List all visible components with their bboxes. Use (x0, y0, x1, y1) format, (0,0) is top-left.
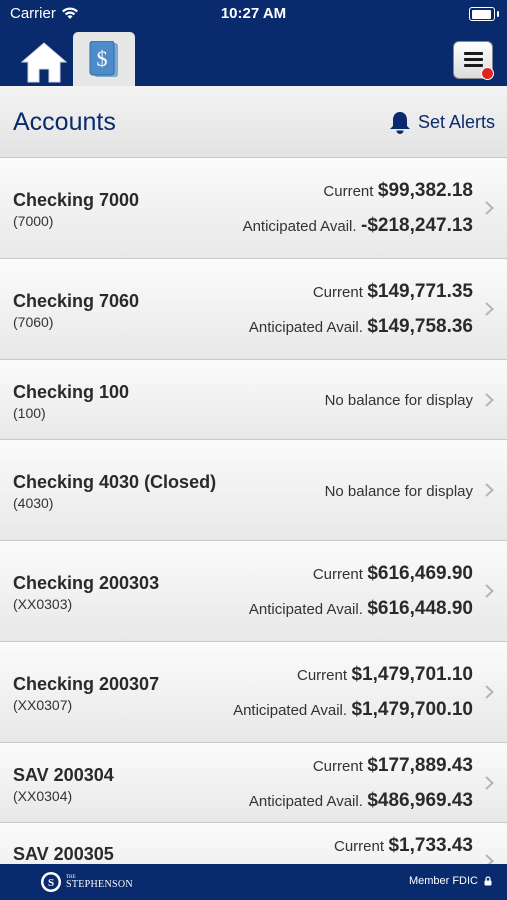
chevron-right-icon (485, 584, 494, 598)
current-value: $99,382.18 (377, 180, 473, 201)
account-row[interactable]: Checking 7000 (7000) Current $99,382.18 … (0, 158, 507, 259)
menu-icon (464, 52, 483, 55)
current-label: Current (323, 183, 374, 200)
account-row[interactable]: Checking 200303 (XX0303) Current $616,46… (0, 541, 507, 642)
anticipated-label: Anticipated Avail. (248, 601, 363, 618)
battery-icon (469, 7, 499, 21)
home-icon (20, 42, 68, 83)
chevron-right-icon (485, 483, 494, 497)
logo-big-text: STEPHENSON (66, 878, 133, 890)
account-name: Checking 7000 (13, 190, 140, 210)
current-balance: Current $1,733.43 (334, 835, 473, 857)
member-fdic-label: Member FDIC (408, 875, 478, 887)
menu-icon-line (464, 58, 483, 61)
current-value: $616,469.90 (367, 563, 473, 584)
anticipated-balance: Anticipated Avail. $616,448.90 (249, 598, 473, 620)
page-title: Accounts (13, 108, 116, 136)
current-label: Current (297, 667, 348, 684)
anticipated-balance: Anticipated Avail. $486,969.43 (249, 790, 473, 812)
current-label: Current (312, 566, 363, 583)
accounts-list[interactable]: Checking 7000 (7000) Current $99,382.18 … (0, 158, 507, 864)
no-balance-text: No balance for display (324, 392, 473, 409)
account-number: (XX0304) (13, 788, 73, 804)
accounts-icon: $ (89, 41, 118, 77)
current-label: Current (312, 284, 363, 301)
current-value: $1,479,701.10 (351, 664, 473, 685)
account-number: (100) (13, 405, 46, 421)
account-name: SAV 200305 (13, 844, 114, 864)
anticipated-label: Anticipated Avail. (242, 218, 357, 235)
anticipated-value: $149,758.36 (367, 316, 473, 337)
current-label: Current (312, 758, 363, 775)
menu-icon-line (464, 64, 483, 67)
account-number: (XX0303) (13, 596, 73, 612)
svg-text:S: S (48, 877, 54, 889)
account-row[interactable]: Checking 4030 (Closed) (4030) No balance… (0, 440, 507, 541)
account-row[interactable]: Checking 7060 (7060) Current $149,771.35… (0, 259, 507, 360)
notification-badge (481, 67, 494, 80)
status-time: 10:27 AM (220, 5, 287, 22)
current-value: $177,889.43 (367, 755, 473, 776)
account-number: (7060) (13, 314, 54, 330)
member-fdic: Member FDIC (409, 875, 492, 887)
no-balance-text: No balance for display (324, 483, 473, 500)
anticipated-value: $616,448.90 (367, 598, 473, 619)
account-name: Checking 200307 (13, 674, 160, 694)
tab-accounts[interactable]: $ (73, 32, 135, 86)
anticipated-value: $1,479,700.10 (351, 699, 473, 720)
account-row[interactable]: Checking 100 (100) No balance for displa… (0, 360, 507, 440)
current-value: $1,733.43 (388, 835, 473, 856)
bank-logo: S THE STEPHENSON (40, 871, 133, 893)
current-balance: Current $99,382.18 (323, 180, 473, 202)
account-name: SAV 200304 (13, 765, 114, 785)
bell-icon (389, 112, 410, 134)
chevron-right-icon (485, 201, 494, 215)
svg-text:$: $ (97, 46, 108, 71)
chevron-right-icon (485, 302, 494, 316)
chevron-right-icon (485, 854, 494, 864)
account-number: (XX0307) (13, 697, 73, 713)
current-value: $149,771.35 (367, 281, 473, 302)
chevron-right-icon (485, 685, 494, 699)
current-balance: Current $149,771.35 (313, 281, 473, 303)
anticipated-balance: Anticipated Avail. -$218,247.13 (243, 215, 473, 237)
bank-seal-icon: S (41, 872, 61, 892)
bank-logo-text: THE STEPHENSON (66, 875, 133, 890)
account-name: Checking 7060 (13, 291, 140, 311)
current-label: Current (333, 838, 385, 855)
account-number: (4030) (13, 495, 54, 511)
page-header: Accounts Set Alerts (0, 86, 507, 158)
anticipated-balance: Anticipated Avail. $1,479,700.10 (233, 699, 473, 721)
account-row[interactable]: SAV 200304 (XX0304) Current $177,889.43 … (0, 743, 507, 823)
current-balance: Current $1,479,701.10 (297, 664, 473, 686)
current-balance: Current $616,469.90 (313, 563, 473, 585)
account-name: Checking 100 (13, 382, 130, 402)
anticipated-balance: Anticipated Avail. $149,758.36 (249, 316, 473, 338)
account-row[interactable]: Checking 200307 (XX0307) Current $1,479,… (0, 642, 507, 743)
account-number: (7000) (13, 213, 54, 229)
account-row[interactable]: SAV 200305 Current $1,733.43 (0, 823, 507, 864)
anticipated-label: Anticipated Avail. (233, 702, 348, 719)
anticipated-label: Anticipated Avail. (248, 793, 363, 810)
top-nav: $ (0, 28, 507, 86)
account-name: Checking 200303 (13, 573, 160, 593)
anticipated-value: -$218,247.13 (361, 215, 473, 236)
chevron-right-icon (485, 776, 494, 790)
chevron-right-icon (485, 393, 494, 407)
home-button[interactable] (20, 40, 68, 84)
lock-icon (484, 876, 492, 886)
status-bar: Carrier 10:27 AM (0, 0, 507, 28)
current-balance: Current $177,889.43 (313, 755, 473, 777)
account-name: Checking 4030 (Closed) (13, 472, 217, 492)
set-alerts-label: Set Alerts (417, 112, 495, 132)
anticipated-label: Anticipated Avail. (248, 319, 363, 336)
set-alerts-button[interactable]: Set Alerts (388, 110, 495, 135)
footer: S THE STEPHENSON Member FDIC (0, 864, 507, 900)
anticipated-value: $486,969.43 (367, 790, 473, 811)
